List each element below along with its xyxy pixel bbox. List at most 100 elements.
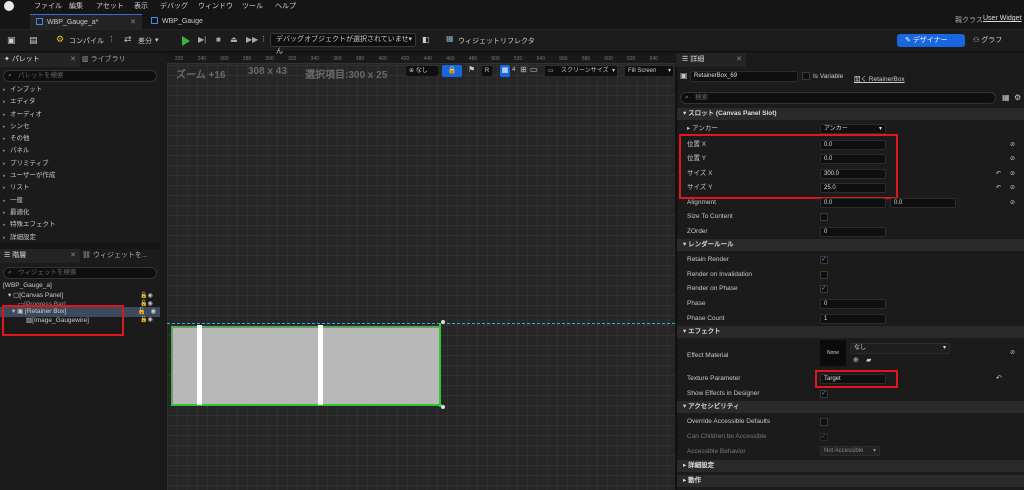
- menu-edit[interactable]: 編集: [69, 1, 83, 11]
- palette-category[interactable]: エディタ: [0, 96, 160, 108]
- keyframe-icon[interactable]: ⊘: [1010, 349, 1015, 356]
- device-icon[interactable]: ▭: [530, 65, 538, 74]
- palette-category[interactable]: 一般: [0, 195, 160, 207]
- keyframe-icon[interactable]: ⊘: [1010, 170, 1015, 177]
- menu-window[interactable]: ウィンドウ: [198, 1, 233, 11]
- parent-class-link[interactable]: User Widget: [983, 15, 1022, 22]
- children-accessible-checkbox[interactable]: [820, 432, 828, 441]
- grid-snap-value[interactable]: 4: [512, 67, 515, 73]
- browse-folder-icon[interactable]: ▰: [866, 356, 871, 364]
- palette-category[interactable]: 詳細設定: [0, 232, 160, 244]
- tab-details[interactable]: ☰ 詳細 ✕: [676, 53, 746, 67]
- graph-mode-button[interactable]: ⚇ グラフ: [973, 35, 1018, 47]
- screen-size-dropdown[interactable]: ▭ スクリーンサイズ ▾: [545, 66, 617, 76]
- play-options-icon[interactable]: ⋮: [260, 35, 267, 43]
- palette-category[interactable]: オーディオ: [0, 109, 160, 121]
- menu-view[interactable]: 表示: [134, 1, 148, 11]
- screen-options-icon[interactable]: ⊞: [520, 65, 527, 74]
- settings-gear-icon[interactable]: ⚙: [1014, 93, 1021, 102]
- reset-to-default-icon[interactable]: ↶: [996, 374, 1002, 382]
- show-effects-checkbox[interactable]: [820, 389, 828, 398]
- browse-icon[interactable]: ▤: [29, 35, 38, 46]
- property-matrix-icon[interactable]: ▦: [1002, 93, 1010, 102]
- is-variable-checkbox[interactable]: [802, 72, 810, 80]
- render-on-phase-checkbox[interactable]: [820, 284, 828, 293]
- anchor-dropdown[interactable]: アンカー ▾: [820, 124, 886, 134]
- eject-icon[interactable]: ⏏: [230, 35, 238, 44]
- menu-debug[interactable]: デバッグ: [160, 1, 188, 11]
- palette-category[interactable]: 最適化: [0, 207, 160, 219]
- visibility-eye-icon[interactable]: 🔓◉: [140, 316, 153, 323]
- fill-screen-dropdown[interactable]: Fill Screen ▾: [625, 66, 673, 76]
- designer-mode-button[interactable]: ✎ デザイナー: [897, 34, 965, 47]
- resize-handle[interactable]: [441, 320, 445, 324]
- widget-reflector-button[interactable]: ▦ ウィジェットリフレクタ: [446, 34, 536, 47]
- effects-section-header[interactable]: ▾ エフェクト: [677, 326, 1024, 338]
- step-icon[interactable]: ▶|: [198, 35, 206, 44]
- palette-category[interactable]: リスト: [0, 182, 160, 194]
- tab-hierarchy[interactable]: ☰ 階層 ✕: [0, 249, 80, 263]
- tab-library[interactable]: ▥ ライブラリ: [82, 53, 126, 67]
- close-icon[interactable]: ✕: [736, 53, 742, 67]
- lock-icon[interactable]: 🔓◉: [140, 292, 153, 299]
- advanced-section-header[interactable]: ▸ 詳細設定: [677, 460, 1024, 472]
- accessibility-section-header[interactable]: ▾ アクセシビリティ: [677, 401, 1024, 413]
- palette-category[interactable]: ユーザーが作成: [0, 170, 160, 182]
- widget-name-field[interactable]: RetainerBox_69: [690, 71, 798, 82]
- retain-render-checkbox[interactable]: [820, 255, 828, 264]
- render-rules-section-header[interactable]: ▾ レンダールール: [677, 239, 1024, 251]
- keyframe-icon[interactable]: ⊘: [1010, 199, 1015, 206]
- tree-item-root[interactable]: [WBP_Gauge_a]: [3, 281, 52, 291]
- compile-button[interactable]: ⚙ コンパイル: [56, 33, 108, 47]
- alignment-x-field[interactable]: 0.0: [820, 198, 886, 208]
- skip-icon[interactable]: ▶▶: [246, 35, 258, 44]
- size-to-content-checkbox[interactable]: [820, 213, 828, 221]
- lock-toggle-icon[interactable]: 🔒: [442, 65, 462, 77]
- palette-category[interactable]: インプット: [0, 84, 160, 96]
- keyframe-icon[interactable]: ⊘: [1010, 155, 1015, 162]
- render-on-invalidation-checkbox[interactable]: [820, 271, 828, 279]
- effect-material-dropdown[interactable]: なし ▾: [850, 343, 950, 354]
- unreal-logo-icon[interactable]: [4, 1, 14, 11]
- resize-handle[interactable]: [441, 405, 445, 409]
- debug-browse-icon[interactable]: ◧: [422, 35, 430, 44]
- palette-category[interactable]: その他: [0, 133, 160, 145]
- use-selected-icon[interactable]: ⊕: [853, 356, 859, 364]
- compile-options-icon[interactable]: ⋮: [108, 35, 115, 43]
- phase-count-field[interactable]: 1: [820, 314, 886, 324]
- palette-category[interactable]: パネル: [0, 145, 160, 157]
- respect-locks-icon[interactable]: ⚑: [468, 65, 475, 74]
- toggle-none-dropdown[interactable]: ⊕ なし: [406, 66, 438, 76]
- palette-search-input[interactable]: ⌕ パレットを検索: [3, 70, 157, 82]
- keyframe-icon[interactable]: ⊘: [1010, 184, 1015, 191]
- keyframe-icon[interactable]: ⊘: [1010, 141, 1015, 148]
- menu-help[interactable]: ヘルプ: [275, 1, 296, 11]
- close-icon[interactable]: ✕: [70, 53, 76, 67]
- tab-wbp-gauge-a[interactable]: WBP_Gauge_a* ✕: [30, 14, 142, 30]
- open-retainerbox-link[interactable]: 開く RetainerBox: [854, 73, 905, 83]
- hierarchy-search-input[interactable]: ⌕ ウィジェットを検索: [3, 267, 157, 279]
- palette-category[interactable]: プリミティブ: [0, 158, 160, 170]
- material-thumbnail[interactable]: None: [820, 340, 846, 366]
- reset-to-default-icon[interactable]: ↶: [996, 170, 1001, 177]
- accessible-behavior-dropdown[interactable]: Not Accessible ▾: [820, 446, 880, 456]
- menu-file[interactable]: ファイル: [34, 1, 62, 11]
- close-tab-icon[interactable]: ✕: [130, 15, 136, 31]
- menu-asset[interactable]: アセット: [96, 1, 124, 11]
- stop-icon[interactable]: ■: [216, 35, 221, 44]
- localization-r-button[interactable]: R: [482, 66, 492, 76]
- tab-wbp-gauge[interactable]: WBP_Gauge: [145, 14, 225, 30]
- menu-tools[interactable]: ツール: [242, 1, 263, 11]
- debug-object-dropdown[interactable]: デバッグオブジェクトが選択されていません ▾: [270, 33, 416, 55]
- slot-section-header[interactable]: ▾ スロット (Canvas Panel Slot): [677, 108, 1024, 120]
- visibility-eye-icon[interactable]: 🔓◉: [140, 300, 153, 307]
- play-icon[interactable]: [182, 36, 190, 46]
- palette-category[interactable]: シンセ: [0, 121, 160, 133]
- reset-to-default-icon[interactable]: ↶: [996, 184, 1001, 191]
- save-icon[interactable]: ▣: [7, 35, 16, 46]
- retainer-box-widget[interactable]: [172, 327, 440, 405]
- alignment-y-field[interactable]: 0.0: [890, 198, 956, 208]
- zorder-field[interactable]: 0: [820, 227, 886, 237]
- phase-field[interactable]: 0: [820, 299, 886, 309]
- designer-canvas[interactable]: [167, 55, 675, 490]
